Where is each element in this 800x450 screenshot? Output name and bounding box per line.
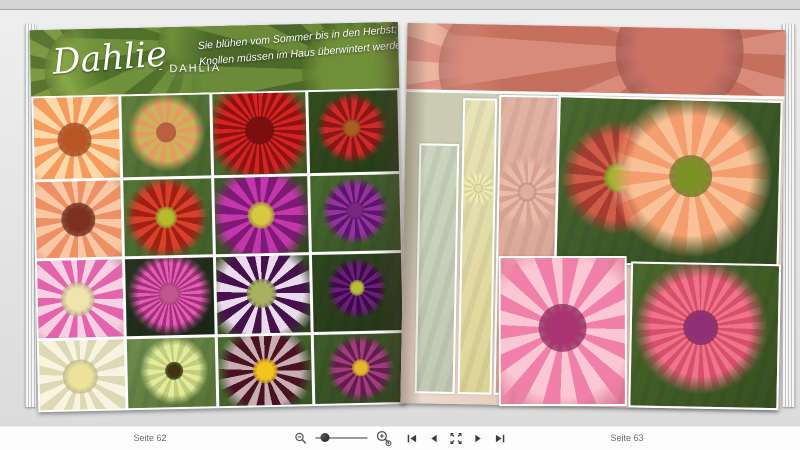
flower-center [245,116,274,145]
pink-cactus-dahlia-bloom [126,258,213,337]
dahlia-photo-grid [33,90,404,410]
orange-green-dahlia-bud-bloom [126,94,205,172]
orange-dahlias-garden-bloom [607,95,774,259]
flower-center [165,361,183,379]
white-dahlia-closeup-bloom [39,339,125,410]
window-top-strip [0,0,800,10]
photo-white-dahlia [39,339,125,410]
next-page-button[interactable] [471,431,485,445]
flower-center [346,202,364,220]
flower-center [246,278,276,308]
book-page-right[interactable] [400,23,785,410]
photo-pink-dahlia-bud [628,261,781,410]
flower-center [155,206,177,228]
photo-magenta-dahlia [214,176,308,255]
faded-yellow-petals-strip-bloom [460,170,497,207]
fit-view-icon[interactable] [449,431,463,445]
flower-center [669,154,712,197]
last-page-button[interactable] [493,431,507,445]
photo-purple-yellow-bud [314,333,405,404]
red-dahlia-bud-bloom [315,92,388,165]
photo-pink-dahlia [37,260,123,339]
flower-center [248,201,276,229]
photo-pink-dahlia-closeup [499,256,627,406]
salmon-dahlia-closeup-bloom [35,180,121,259]
viewer-toolbar: Seite 62 Seite 63 [0,426,800,450]
photo-orange-green-bud [121,94,211,177]
photo-pink-cactus-dahlia [125,258,215,337]
red-cactus-dahlia-bloom [212,92,307,175]
red-pompom-dahlia-bloom [123,178,209,257]
photo-red-cactus-dahlia [212,92,307,175]
pink-petals-macro-bloom [429,23,786,99]
photo-red-pompom [123,178,213,257]
photo-yellow-green-dahlia [127,337,217,408]
photo-purple-pompom [310,174,401,253]
flower-center [61,202,96,237]
flower-center [683,309,719,345]
flower-center [156,122,177,143]
photo-book-spread: Dahlie - DAHLIA Sie blühen vom Sommer bi… [25,20,795,408]
pink-dahlia-cream-center-bloom [37,260,123,339]
photo-red-dahlia-bud [308,90,399,173]
flower-center [63,359,98,394]
zoom-slider[interactable] [316,433,368,443]
faded-green-strip [415,143,460,394]
left-page-number-label: Seite 62 [133,433,166,443]
photo-orange-dahlias-garden [554,95,782,269]
toolbar-controls [294,429,507,447]
left-page-header-banner: Dahlie - DAHLIA Sie blühen vom Sommer bi… [30,22,399,96]
photo-orange-dahlia-closeup [33,96,120,178]
first-page-button[interactable] [405,431,419,445]
dark-purple-dahlia-bloom [216,255,310,334]
right-page-number-label: Seite 63 [610,433,643,443]
flower-center [158,283,181,306]
book-page-left[interactable]: Dahlie - DAHLIA Sie blühen vom Sommer bi… [30,22,407,412]
purple-yellow-dahlia-bud-bloom [326,333,395,402]
flower-center [252,358,278,384]
yellow-green-dahlia-bloom [139,337,209,406]
flower-center [474,183,484,193]
zoom-in-icon[interactable] [376,430,393,447]
pink-dahlia-closeup-bloom [499,256,627,406]
magenta-dahlia-bloom [214,176,308,255]
page-title-script: Dahlie [51,34,168,82]
zoom-out-icon[interactable] [294,431,308,445]
flower-center [61,282,95,316]
purple-dahlia-bud-bloom [326,257,388,319]
dark-collarette-dahlia-bloom [218,335,312,406]
flower-center [352,359,370,377]
flower-center [342,119,361,138]
previous-page-button[interactable] [427,431,441,445]
purple-pompom-dahlia-bloom [321,176,390,245]
zoom-slider-knob[interactable] [321,433,330,442]
photo-salmon-dahlia [35,180,121,259]
flower-center [539,304,587,352]
pink-dahlia-bud-bloom [632,261,769,395]
photo-pink-petals-banner [406,23,785,99]
photo-dark-collarette-dahlia [218,335,312,406]
flower-center [518,182,537,201]
faded-yellow-strip [458,98,498,395]
photo-dark-purple-dahlia [216,255,310,334]
flower-center [349,280,365,296]
orange-dahlia-closeup-bloom [33,96,120,178]
flower-center [57,122,92,157]
flower-center [614,23,744,99]
photo-purple-bud [312,253,403,332]
faded-pink-petals-strip-bloom [494,155,560,229]
